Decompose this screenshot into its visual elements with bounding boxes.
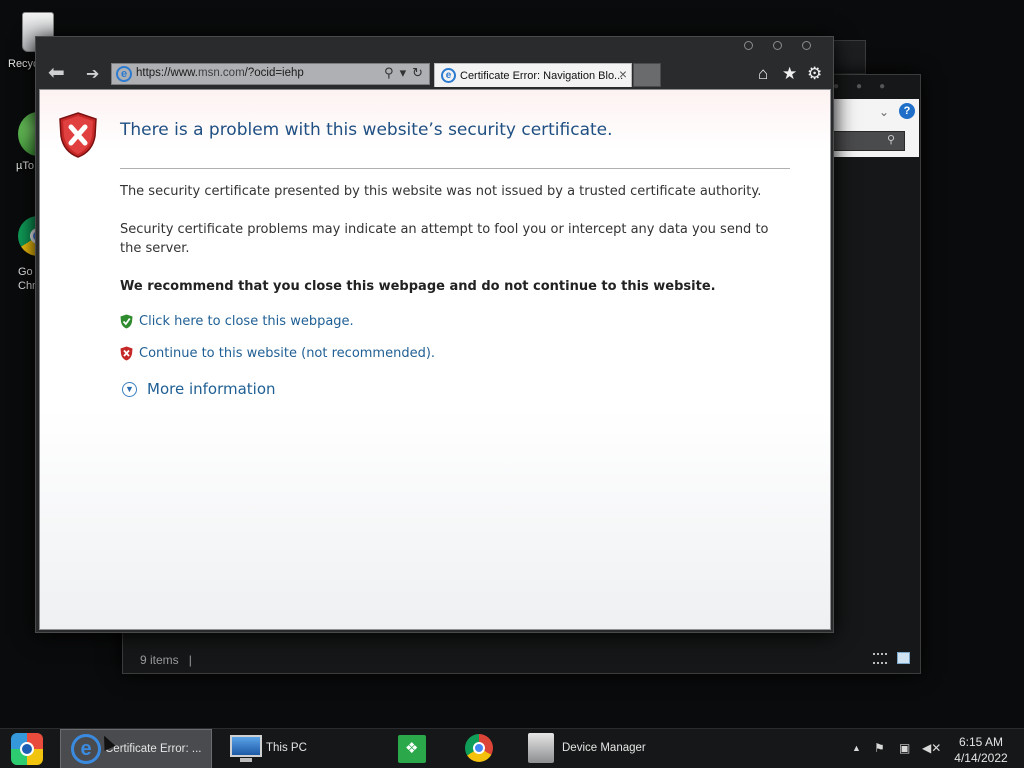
chevron-down-icon[interactable]: ⌄ xyxy=(879,105,889,119)
continue-link-text[interactable]: Continue to this website (not recommende… xyxy=(139,346,435,361)
green-shield-icon xyxy=(120,314,133,328)
taskbar-item-label: This PC xyxy=(266,742,307,754)
search-icon[interactable]: ⚲ xyxy=(887,133,895,146)
page-content: There is a problem with this website’s s… xyxy=(39,89,831,630)
item-count: 9 items xyxy=(140,653,179,667)
taskbar-item-device-manager[interactable]: Device Manager xyxy=(520,729,670,768)
internet-explorer-window[interactable]: ⬅ ➔ e https://www.msn.com/?ocid=iehp ⚲ ▾… xyxy=(35,36,834,633)
device-manager-icon xyxy=(528,733,554,763)
taskbar-item-label: Certificate Error: ... xyxy=(105,743,202,755)
tab-certificate-error[interactable]: e Certificate Error: Navigation Blo... × xyxy=(434,63,632,87)
more-information-toggle[interactable]: ▼ More information xyxy=(122,380,276,398)
minimize-button[interactable] xyxy=(744,41,753,50)
taskbar-item-store[interactable] xyxy=(388,729,442,768)
desktop-icon-label: Recyc xyxy=(8,58,39,70)
taskbar: e Certificate Error: ... This PC Device … xyxy=(0,728,1024,768)
action-center-flag-icon[interactable]: ⚑ xyxy=(874,741,885,755)
ie-logo-icon: e xyxy=(441,68,456,83)
explorer-search[interactable]: ⚲ xyxy=(831,127,919,157)
clock-date: 4/14/2022 xyxy=(954,751,1008,765)
star-icon[interactable]: ★ xyxy=(782,64,797,84)
more-information-text[interactable]: More information xyxy=(147,380,276,398)
window-controls[interactable]: ●●● xyxy=(833,81,902,92)
maximize-button[interactable] xyxy=(773,41,782,50)
close-webpage-link-text[interactable]: Click here to close this webpage. xyxy=(139,314,354,329)
taskbar-item-label: Device Manager xyxy=(562,742,646,754)
dropdown-icon[interactable]: ▾ xyxy=(400,65,407,81)
taskbar-item-chrome[interactable] xyxy=(455,729,509,768)
close-tab-icon[interactable]: × xyxy=(619,66,627,82)
forward-arrow-icon[interactable]: ➔ xyxy=(86,65,99,85)
refresh-icon[interactable]: ↻ xyxy=(412,65,423,81)
volume-muted-icon[interactable]: ◀✕ xyxy=(922,741,941,755)
home-icon[interactable]: ⌂ xyxy=(758,64,768,84)
large-icons-view-icon[interactable] xyxy=(897,652,910,664)
recommendation-text: We recommend that you close this webpage… xyxy=(120,279,716,294)
desktop-icon-label: Go xyxy=(18,266,33,278)
description-paragraph: The security certificate presented by th… xyxy=(120,184,762,199)
error-shield-icon xyxy=(59,112,97,158)
start-orb-icon xyxy=(11,733,43,765)
desktop-icon-label: Chr xyxy=(18,280,36,292)
continue-to-website-link[interactable]: Continue to this website (not recommende… xyxy=(120,344,435,362)
back-arrow-icon[interactable]: ⬅ xyxy=(48,63,65,83)
divider xyxy=(120,168,790,169)
tab-title: Certificate Error: Navigation Blo... xyxy=(460,70,624,82)
status-bar: 9 items | xyxy=(140,653,192,667)
computer-stand xyxy=(240,758,252,762)
desktop-icon-label: µTo xyxy=(16,160,34,172)
search-icon[interactable]: ⚲ xyxy=(384,65,394,81)
store-icon xyxy=(398,735,426,763)
help-icon[interactable]: ? xyxy=(899,103,915,119)
taskbar-item-internet-explorer[interactable]: e Certificate Error: ... xyxy=(60,729,212,768)
show-hidden-icons-icon[interactable]: ▲ xyxy=(852,743,861,753)
expand-chevron-icon[interactable]: ▼ xyxy=(122,381,137,397)
chrome-icon xyxy=(465,734,493,762)
red-shield-icon xyxy=(120,346,133,360)
warning-paragraph: Security certificate problems may indica… xyxy=(120,222,769,256)
start-button[interactable] xyxy=(8,729,48,768)
gear-icon[interactable]: ⚙ xyxy=(807,64,822,84)
status-separator: | xyxy=(188,653,192,667)
network-icon[interactable]: ▣ xyxy=(899,741,910,755)
ie-logo-icon: e xyxy=(116,66,132,82)
close-button[interactable] xyxy=(802,41,811,50)
taskbar-item-this-pc[interactable]: This PC xyxy=(222,729,374,768)
computer-icon xyxy=(230,735,262,757)
new-tab-button[interactable] xyxy=(633,63,661,87)
address-bar[interactable]: e https://www.msn.com/?ocid=iehp ⚲ ▾ ↻ xyxy=(111,63,430,85)
page-title: There is a problem with this website’s s… xyxy=(120,120,613,140)
background-window[interactable] xyxy=(830,40,866,74)
address-bar-tools: ⚲ ▾ ↻ xyxy=(384,65,423,81)
window-controls[interactable] xyxy=(744,41,811,50)
details-view-icon[interactable] xyxy=(873,653,887,664)
close-webpage-link[interactable]: Click here to close this webpage. xyxy=(120,312,354,330)
url-text[interactable]: https://www.msn.com/?ocid=iehp xyxy=(136,67,304,79)
ie-logo-icon: e xyxy=(71,734,101,764)
system-clock[interactable]: 6:15 AM 4/14/2022 xyxy=(946,734,1016,766)
clock-time: 6:15 AM xyxy=(958,735,1004,749)
